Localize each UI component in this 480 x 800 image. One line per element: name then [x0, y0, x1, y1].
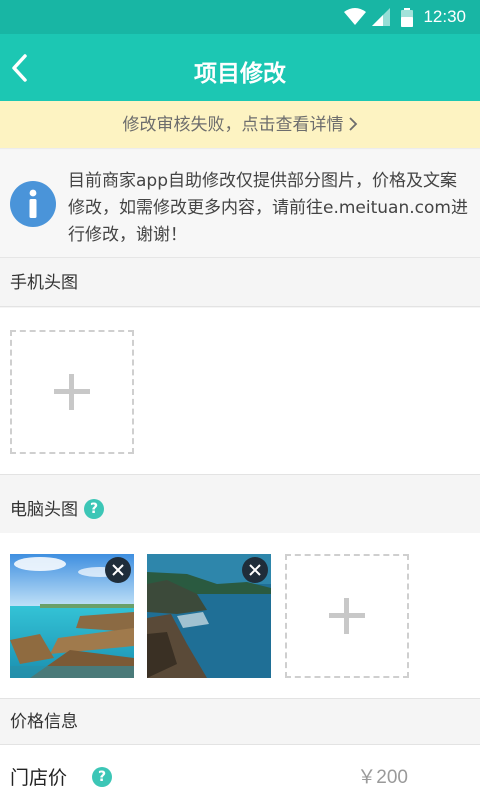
status-time: 12:30 [423, 7, 466, 26]
add-pc-image-button[interactable] [285, 554, 409, 678]
signal-icon [372, 8, 390, 26]
banner-text: 修改审核失败，点击查看详情 [122, 115, 344, 135]
store-price-row[interactable]: 门店价 ? ￥200 [0, 745, 480, 800]
section-mobile-header: 手机头图 [0, 259, 480, 307]
section-pc-header: 电脑头图? [0, 486, 480, 534]
close-icon [249, 564, 261, 576]
battery-icon [401, 8, 413, 27]
plus-icon [54, 374, 90, 410]
price-value: ￥200 [357, 767, 408, 788]
mobile-header-panel [0, 308, 480, 475]
add-mobile-image-button[interactable] [10, 330, 134, 454]
page-title: 项目修改 [194, 61, 286, 87]
pc-header-panel [0, 533, 480, 699]
status-bar: 12:30 [0, 0, 480, 34]
info-icon [10, 181, 56, 227]
info-text: 目前商家app自助修改仅提供部分图片，价格及文案修改，如需修改更多内容，请前往e… [68, 171, 468, 245]
wifi-icon [344, 8, 366, 25]
remove-image-button[interactable] [105, 557, 131, 583]
section-title: 电脑头图 [10, 500, 78, 520]
info-notice: 目前商家app自助修改仅提供部分图片，价格及文案修改，如需修改更多内容，请前往e… [0, 150, 480, 258]
plus-icon [329, 598, 365, 634]
section-title: 价格信息 [10, 712, 78, 732]
audit-failed-banner[interactable]: 修改审核失败，点击查看详情 [0, 101, 480, 149]
section-title: 手机头图 [10, 273, 78, 293]
close-icon [112, 564, 124, 576]
app-bar: 项目修改 [0, 34, 480, 101]
help-icon[interactable]: ? [92, 767, 112, 787]
remove-image-button[interactable] [242, 557, 268, 583]
chevron-right-icon [348, 103, 358, 151]
price-label: 门店价 [10, 767, 68, 789]
help-icon[interactable]: ? [84, 499, 104, 519]
pc-header-image-2[interactable] [147, 554, 271, 678]
section-price-info: 价格信息 [0, 699, 480, 745]
pc-header-image-1[interactable] [10, 554, 134, 678]
